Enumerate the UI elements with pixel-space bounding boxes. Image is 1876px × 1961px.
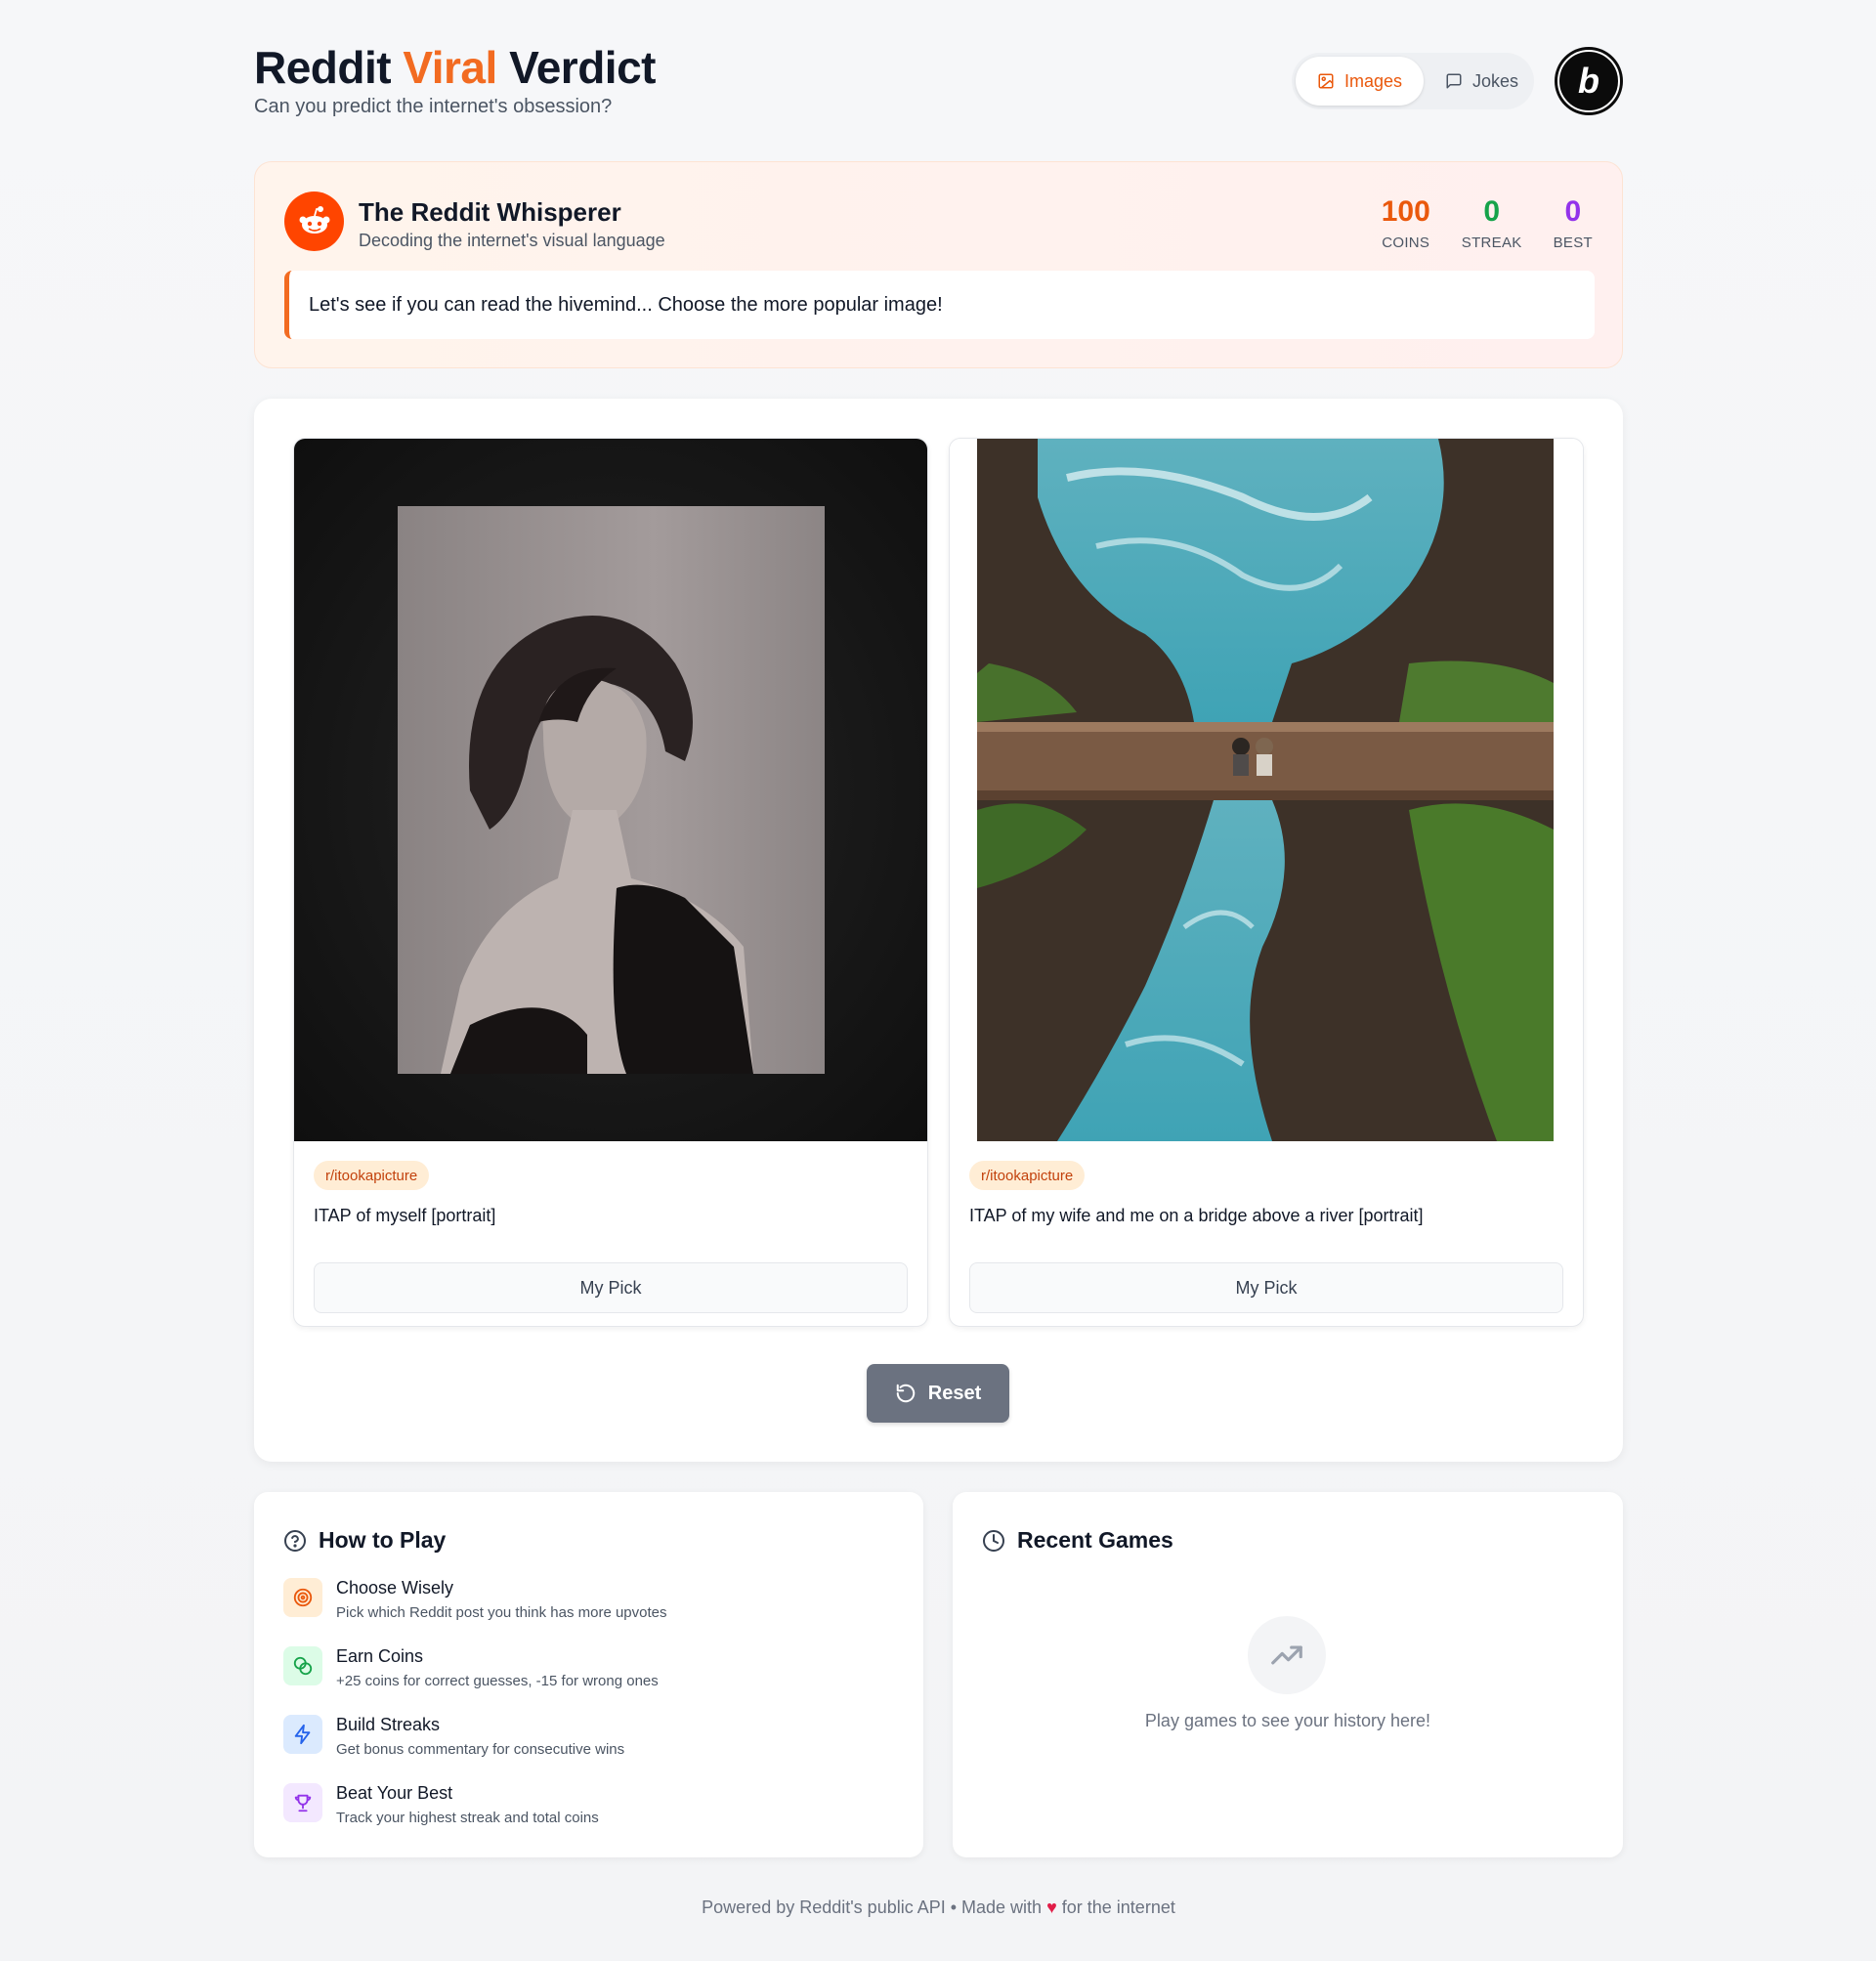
whisperer-name: The Reddit Whisperer xyxy=(359,197,621,227)
heart-icon: ♥ xyxy=(1046,1897,1057,1917)
image-icon xyxy=(1318,73,1334,89)
footer: Powered by Reddit's public API • Made wi… xyxy=(254,1897,1623,1918)
subreddit-tag[interactable]: r/itookapicture xyxy=(314,1161,430,1190)
clock-icon xyxy=(983,1529,1004,1552)
how-item-coins: Earn Coins +25 coins for correct guesses… xyxy=(283,1646,659,1689)
streak-value: 0 xyxy=(1483,195,1501,228)
reset-button[interactable]: Reset xyxy=(867,1364,1009,1423)
reddit-alien-icon xyxy=(284,192,344,251)
best-stat: 0 BEST xyxy=(1554,195,1593,251)
my-pick-button-right[interactable]: My Pick xyxy=(969,1262,1563,1313)
footer-text-before: Powered by Reddit's public API • Made wi… xyxy=(702,1897,1047,1917)
footer-text-after: for the internet xyxy=(1056,1897,1175,1917)
my-pick-button-left[interactable]: My Pick xyxy=(314,1262,908,1313)
post-card-left[interactable]: r/itookapicture ITAP of myself [portrait… xyxy=(293,438,928,1327)
subreddit-tag[interactable]: r/itookapicture xyxy=(969,1161,1086,1190)
post-title: ITAP of my wife and me on a bridge above… xyxy=(969,1206,1424,1225)
post-image-portrait[interactable] xyxy=(294,439,928,1141)
coins-icon xyxy=(283,1646,322,1685)
how-item-desc: +25 coins for correct guesses, -15 for w… xyxy=(336,1673,659,1689)
post-title: ITAP of myself [portrait] xyxy=(314,1206,496,1225)
how-item-desc: Track your highest streak and total coin… xyxy=(336,1810,599,1826)
images-mode-label: Images xyxy=(1344,70,1403,91)
mode-toggle: Images Jokes xyxy=(1292,53,1534,109)
jokes-mode-button[interactable]: Jokes xyxy=(1424,57,1540,106)
coins-value: 100 xyxy=(1381,195,1430,228)
how-item-choose: Choose Wisely Pick which Reddit post you… xyxy=(283,1578,667,1621)
streak-label: STREAK xyxy=(1461,234,1522,251)
post-image-bridge[interactable] xyxy=(950,439,1584,1141)
how-to-play-panel: How to Play Choose Wisely Pick which Red… xyxy=(254,1492,923,1857)
reset-icon xyxy=(896,1384,915,1403)
how-item-desc: Pick which Reddit post you think has mor… xyxy=(336,1604,667,1621)
bolt-badge[interactable]: b xyxy=(1555,47,1623,115)
badge-letter: b xyxy=(1578,61,1599,101)
whisperer-message: Let's see if you can read the hivemind..… xyxy=(284,271,1595,339)
stats: 100 COINS 0 STREAK 0 BEST xyxy=(1382,195,1593,251)
lightning-icon xyxy=(283,1715,322,1754)
best-value: 0 xyxy=(1564,195,1582,228)
chat-bubble-icon xyxy=(1446,73,1462,89)
how-item-streaks: Build Streaks Get bonus commentary for c… xyxy=(283,1715,624,1758)
target-icon xyxy=(283,1578,322,1617)
how-to-play-heading: How to Play xyxy=(283,1527,446,1554)
coins-label: COINS xyxy=(1382,234,1430,251)
jokes-mode-label: Jokes xyxy=(1472,70,1519,91)
whisperer-panel: The Reddit Whisperer Decoding the intern… xyxy=(254,161,1623,368)
coins-stat: 100 COINS xyxy=(1382,195,1430,251)
how-item-title: Build Streaks xyxy=(336,1715,441,1734)
best-label: BEST xyxy=(1553,234,1593,251)
how-item-best: Beat Your Best Track your highest streak… xyxy=(283,1783,599,1826)
how-item-title: Earn Coins xyxy=(336,1646,424,1666)
how-item-title: Choose Wisely xyxy=(336,1578,454,1598)
how-item-desc: Get bonus commentary for consecutive win… xyxy=(336,1741,625,1758)
how-item-title: Beat Your Best xyxy=(336,1783,453,1803)
app-root: Reddit Viral Verdict Can you predict the… xyxy=(254,0,1623,1917)
app-subtitle: Can you predict the internet's obsession… xyxy=(254,96,613,117)
game-area: r/itookapicture ITAP of myself [portrait… xyxy=(254,399,1623,1462)
whisperer-description: Decoding the internet's visual language xyxy=(359,231,665,250)
recent-games-heading: Recent Games xyxy=(982,1527,1173,1554)
recent-games-panel: Recent Games Play games to see your hist… xyxy=(953,1492,1623,1857)
header: Reddit Viral Verdict Can you predict the… xyxy=(254,0,1623,147)
app-title: Reddit Viral Verdict xyxy=(254,42,657,93)
images-mode-button[interactable]: Images xyxy=(1296,57,1425,106)
trending-up-icon xyxy=(1248,1616,1326,1694)
trophy-icon xyxy=(283,1783,322,1822)
recent-games-empty-text: Play games to see your history here! xyxy=(1144,1711,1431,1730)
streak-stat: 0 STREAK xyxy=(1462,195,1522,251)
help-circle-icon xyxy=(284,1529,306,1552)
post-card-right[interactable]: r/itookapicture ITAP of my wife and me o… xyxy=(949,438,1584,1327)
reset-label: Reset xyxy=(927,1382,982,1404)
